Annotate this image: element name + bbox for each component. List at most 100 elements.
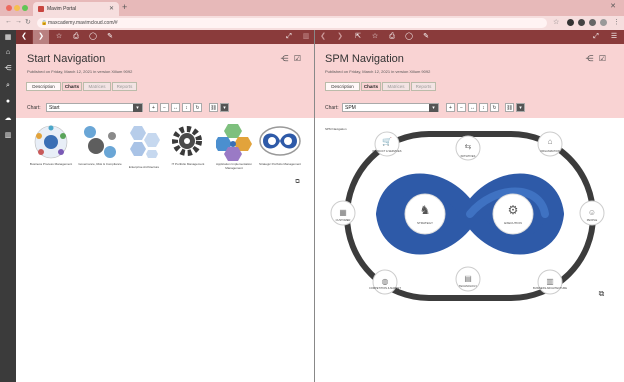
- chart-caption: Enterprise Architecture: [128, 165, 160, 169]
- zoom-in-button[interactable]: +: [149, 103, 158, 112]
- zoom-out-button[interactable]: −: [457, 103, 466, 112]
- window-close-icon[interactable]: ✕: [610, 2, 616, 10]
- browser-tab[interactable]: Mavim Portal ✕: [33, 2, 119, 16]
- share-icon[interactable]: ⇱: [350, 30, 366, 44]
- star-icon[interactable]: ☆: [367, 30, 383, 44]
- back-icon[interactable]: ←: [5, 18, 12, 25]
- chevron-down-icon[interactable]: ▾: [429, 104, 438, 112]
- tab-description[interactable]: Description: [325, 82, 360, 91]
- tab-reports[interactable]: Reports: [411, 82, 436, 91]
- tab-close-icon[interactable]: ✕: [109, 5, 114, 12]
- hierarchy-icon[interactable]: ⋲: [585, 54, 594, 63]
- comment-icon[interactable]: ◯: [401, 30, 417, 44]
- reset-zoom-icon[interactable]: ↻: [490, 103, 499, 112]
- forward-arrow-icon[interactable]: ❯: [332, 30, 348, 44]
- search-icon[interactable]: ⌕: [4, 82, 12, 90]
- edit-icon[interactable]: ✎: [102, 30, 118, 44]
- strategy-label: STRATEGY: [417, 221, 433, 225]
- drill-down-icon[interactable]: ⧉: [597, 289, 606, 298]
- lock-icon: 🔒: [41, 20, 48, 26]
- tab-charts[interactable]: Charts: [62, 82, 82, 91]
- chart-caption: Strategic Portfolio Management: [258, 162, 302, 166]
- new-tab-icon[interactable]: +: [122, 2, 127, 12]
- minimize-window-dot[interactable]: [14, 5, 20, 11]
- profile-avatar[interactable]: [600, 19, 607, 26]
- bank-icon[interactable]: ▥: [4, 132, 12, 140]
- chart-label: Chart:: [27, 105, 41, 111]
- print-icon[interactable]: ⎙: [68, 30, 84, 44]
- checklist-icon[interactable]: ☑: [293, 54, 302, 63]
- back-arrow-icon[interactable]: ❮: [315, 30, 331, 44]
- reload-icon[interactable]: ↻: [25, 18, 31, 26]
- checklist-icon[interactable]: ☑: [598, 54, 607, 63]
- mavim-favicon-icon: [38, 6, 44, 12]
- star-icon[interactable]: ☆: [51, 30, 67, 44]
- spm-graphic[interactable]: [259, 126, 301, 156]
- tab-matrices[interactable]: Matrices: [83, 82, 111, 91]
- close-window-dot[interactable]: [6, 5, 12, 11]
- options-dropdown-icon[interactable]: ▾: [220, 103, 229, 112]
- chart-caption: Application Implementation Management: [215, 162, 253, 170]
- fit-width-button[interactable]: ↔: [171, 103, 180, 112]
- menu-icon[interactable]: ☰: [606, 30, 622, 44]
- fit-height-button[interactable]: ↕: [182, 103, 191, 112]
- tab-title: Mavim Portal: [47, 6, 77, 12]
- expand-icon[interactable]: ⤢: [281, 30, 297, 44]
- fit-height-button[interactable]: ↕: [479, 103, 488, 112]
- maximize-window-dot[interactable]: [22, 5, 28, 11]
- link-icon[interactable]: ⛓: [209, 103, 218, 112]
- chart-select-value: SPM: [345, 105, 356, 111]
- home-icon[interactable]: ⌂: [4, 49, 12, 57]
- drill-down-icon[interactable]: ⧉: [293, 178, 302, 187]
- grc-graphic[interactable]: [78, 124, 120, 160]
- svg-text:♞: ♞: [420, 203, 431, 217]
- tree-icon[interactable]: ⋲: [4, 65, 12, 73]
- tab-matrices[interactable]: Matrices: [382, 82, 410, 91]
- expand-icon[interactable]: ⤢: [588, 30, 604, 44]
- zoom-out-button[interactable]: −: [160, 103, 169, 112]
- back-arrow-icon[interactable]: ❮: [16, 30, 32, 44]
- bookmark-star-icon[interactable]: ☆: [553, 18, 559, 26]
- reset-zoom-icon[interactable]: ↻: [193, 103, 202, 112]
- tab-description[interactable]: Description: [26, 82, 61, 91]
- user-icon[interactable]: ●: [4, 98, 12, 106]
- zoom-in-button[interactable]: +: [446, 103, 455, 112]
- fit-width-button[interactable]: ↔: [468, 103, 477, 112]
- tab-reports[interactable]: Reports: [112, 82, 137, 91]
- left-chart-area: Business Process Management Governance, …: [16, 118, 314, 380]
- menu-dots-icon[interactable]: ⋮: [613, 18, 620, 26]
- hierarchy-icon[interactable]: ⋲: [280, 54, 289, 63]
- chart-select[interactable]: SPM ▾: [342, 103, 439, 112]
- extension-icon[interactable]: [567, 19, 574, 26]
- chevron-down-icon[interactable]: ▾: [133, 104, 142, 112]
- chart-label: Chart:: [325, 105, 339, 111]
- print-icon[interactable]: ⎙: [384, 30, 400, 44]
- aim-graphic[interactable]: [216, 123, 252, 161]
- browser-window: Mavim Portal ✕ + ✕ ← → ↻ 🔒 maxcademy.mav…: [0, 0, 624, 382]
- options-dropdown-icon[interactable]: ▾: [516, 103, 525, 112]
- published-info: Published on Friday, March 12, 2021 in v…: [325, 69, 431, 74]
- svg-text:◍: ◍: [382, 277, 389, 286]
- node-label: PRODUCT & SERVICES: [372, 150, 402, 153]
- right-chart-area: SPM Navigation ♞ ⚙ 🛒 ⇆ ⌂ ▦ ☺ ◍ ▤ ▥ PRODU…: [315, 118, 624, 380]
- grid-icon[interactable]: ▦: [4, 34, 12, 42]
- forward-arrow-icon[interactable]: ❯: [33, 30, 49, 44]
- cloud-icon[interactable]: ☁: [4, 115, 12, 123]
- tab-charts[interactable]: Charts: [361, 82, 381, 91]
- split-icon[interactable]: ▥: [298, 30, 314, 44]
- extension-icon[interactable]: [578, 19, 585, 26]
- edit-icon[interactable]: ✎: [418, 30, 434, 44]
- left-toolbar: ❮ ❯ ☆ ⎙ ◯ ✎ ⤢ ▥: [16, 30, 314, 44]
- comment-icon[interactable]: ◯: [85, 30, 101, 44]
- bpm-graphic[interactable]: [33, 124, 69, 160]
- chart-select[interactable]: Start ▾: [46, 103, 143, 112]
- node-label: TECHNOLOGY: [458, 285, 478, 288]
- it-portfolio-graphic[interactable]: [169, 123, 205, 159]
- link-icon[interactable]: ⛓: [505, 103, 514, 112]
- tab-strip: Mavim Portal ✕ + ✕: [0, 0, 624, 16]
- url-field[interactable]: 🔒 maxcademy.mavimcloud.com/#: [37, 18, 547, 28]
- extension-icon[interactable]: [589, 19, 596, 26]
- forward-icon[interactable]: →: [15, 18, 22, 25]
- ea-graphic[interactable]: [124, 124, 160, 160]
- page-title: SPM Navigation: [325, 53, 404, 65]
